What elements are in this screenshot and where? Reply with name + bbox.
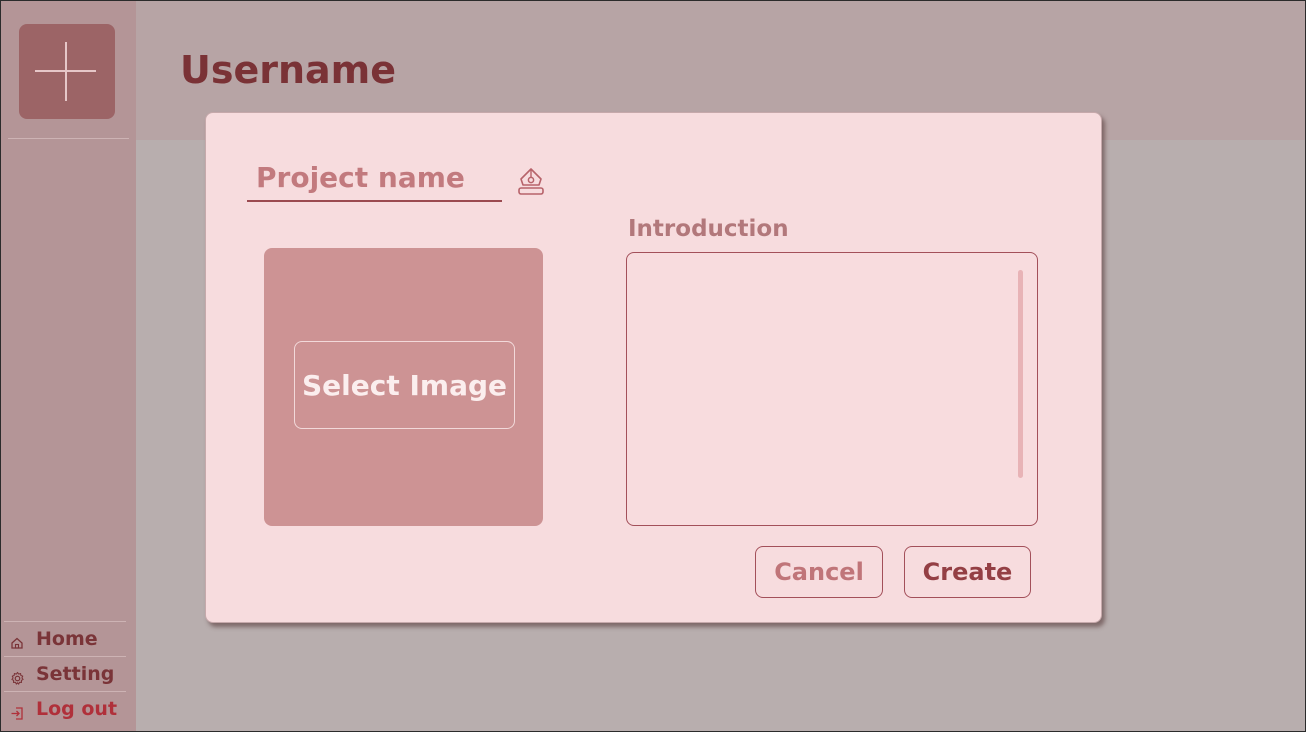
nav-divider (4, 621, 126, 622)
sidebar: Home Setting Log out (0, 0, 136, 732)
introduction-textarea[interactable] (626, 252, 1038, 526)
logout-icon (10, 703, 28, 721)
page-title: Username (180, 48, 397, 92)
select-image-button[interactable]: Select Image (294, 341, 515, 429)
sidebar-divider (8, 138, 129, 139)
project-name-underline (247, 200, 502, 202)
sidebar-item-label: Setting (36, 663, 115, 685)
plus-icon (35, 42, 96, 101)
home-icon (10, 633, 28, 651)
add-project-button[interactable] (19, 24, 115, 119)
create-project-dialog: Project name Select Image Introduction C… (205, 112, 1102, 623)
cancel-button[interactable]: Cancel (755, 546, 883, 598)
sidebar-item-logout[interactable]: Log out (10, 694, 117, 724)
nav-divider (4, 656, 126, 657)
sidebar-item-label: Log out (36, 698, 118, 720)
image-placeholder: Select Image (264, 248, 543, 526)
create-button[interactable]: Create (904, 546, 1031, 598)
introduction-label: Introduction (628, 216, 789, 242)
sidebar-item-label: Home (36, 628, 98, 650)
project-name-field[interactable]: Project name (256, 161, 465, 194)
edit-icon[interactable] (515, 165, 547, 199)
sidebar-item-home[interactable]: Home (10, 624, 98, 654)
gear-icon (10, 668, 28, 686)
nav-divider (4, 691, 126, 692)
sidebar-item-setting[interactable]: Setting (10, 659, 114, 689)
